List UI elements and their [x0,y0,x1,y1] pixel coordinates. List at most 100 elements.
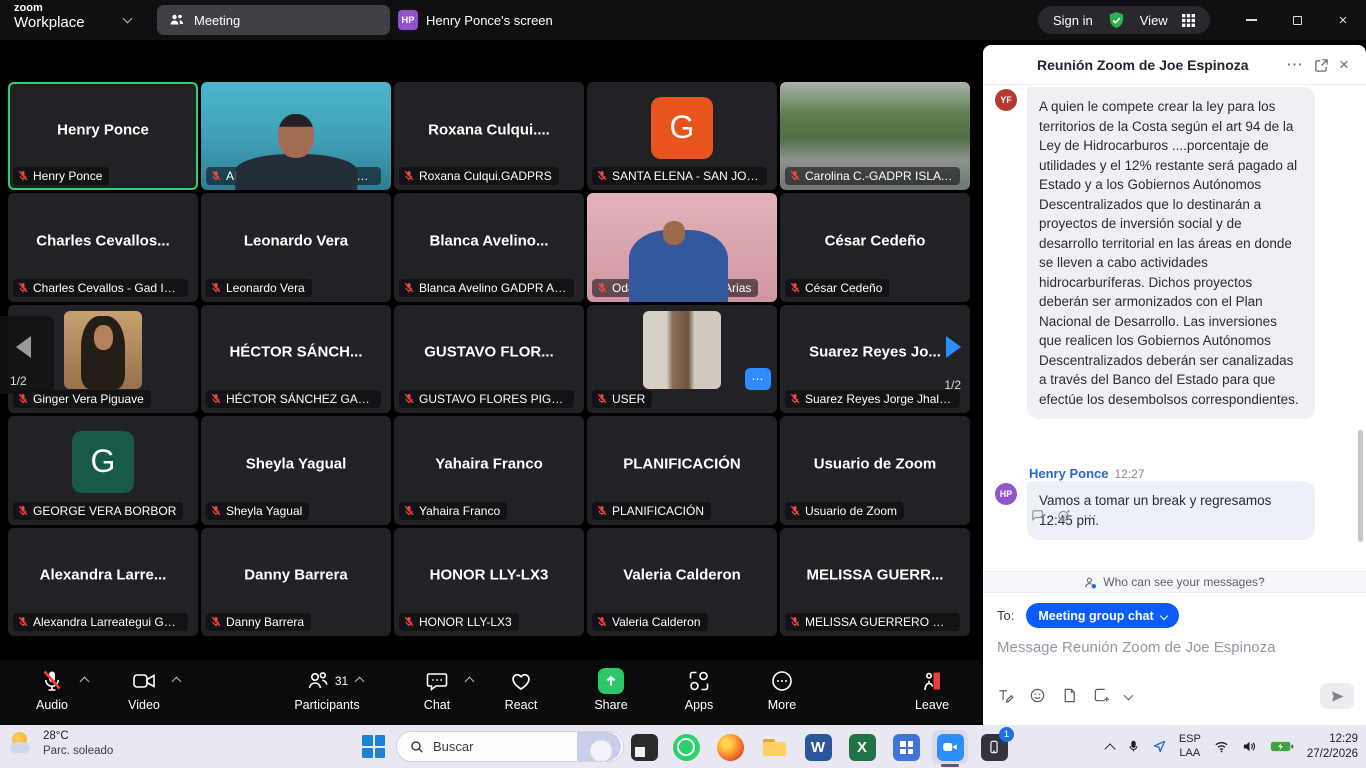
battery-icon[interactable] [1270,740,1294,753]
participant-tile[interactable]: Usuario de ZoomUsuario de Zoom [780,416,970,524]
toolbar-audio-button[interactable]: Audio [9,667,95,712]
participant-tile[interactable]: GUSTAVO FLOR...GUSTAVO FLORES PIGUAVE [394,305,584,413]
participant-tile[interactable]: USER [587,305,777,413]
chat-scrollbar[interactable] [1358,430,1363,542]
search-box[interactable]: Buscar [396,731,624,762]
participant-label: HONOR LLY-LX3 [399,613,519,631]
taskbar-app-file-explorer[interactable] [756,730,792,764]
volume-icon[interactable] [1242,739,1257,754]
taskbar-app-contrast-app[interactable] [626,730,662,764]
participant-name: HONOR LLY-LX3 [394,567,584,584]
restore-button[interactable] [1274,0,1320,40]
taskbar-app-firefox[interactable] [712,730,748,764]
participant-tile[interactable]: Roxana Culqui....Roxana Culqui.GADPRS [394,82,584,190]
tray-date: 27/2/2026 [1307,748,1358,760]
participant-label: Valeria Calderon [592,613,708,631]
participant-label: ANTONIA DE LA CRUZ-GA... [206,167,381,185]
participant-tile[interactable]: Leonardo VeraLeonardo Vera [201,193,391,301]
toolbar-more-label: More [768,698,796,712]
toolbar-video-button[interactable]: Video [101,667,187,712]
toolbar-participants-button[interactable]: 31Participants [284,667,370,712]
attach-file-icon[interactable] [1061,687,1078,704]
muted-mic-icon [596,170,608,182]
participant-tile[interactable]: Odalis Nicole Alcivar Arias [587,193,777,301]
taskbar-app-phone-link[interactable]: 1 [976,730,1012,764]
message-time: 12:27 [1114,467,1144,481]
toolbar-apps-button[interactable]: Apps [656,667,742,712]
leave-icon [920,667,944,694]
taskbar-app-excel[interactable]: X [844,730,880,764]
tile-more-button[interactable]: ⋯ [745,368,771,390]
participant-tile[interactable]: Carolina C.-GADPR ISLA SA... [780,82,970,190]
participant-label: SANTA ELENA - SAN JOSÉ ... [592,167,767,185]
taskbar-app-word[interactable]: W [800,730,836,764]
tab-meeting[interactable]: Meeting [157,5,390,35]
send-button[interactable] [1320,683,1354,709]
toolbar-react-button[interactable]: React [478,667,564,712]
chevron-down-icon[interactable] [1124,691,1134,701]
participant-tile[interactable]: GGEORGE VERA BORBOR [8,416,198,524]
taskbar-app-zoom[interactable] [932,730,968,764]
tray-chevron-up-icon[interactable] [1104,743,1115,754]
toolbar-share-button[interactable]: Share [568,667,654,712]
recipient-label: Meeting group chat [1038,609,1153,623]
clock[interactable]: 12:29 27/2/2026 [1307,732,1358,762]
format-text-icon[interactable] [997,687,1014,704]
toolbar-chat-button[interactable]: Chat [394,667,480,712]
emoji-icon[interactable] [1029,687,1046,704]
participant-tile[interactable]: HÉCTOR SÁNCH...HÉCTOR SÁNCHEZ GAD AT... [201,305,391,413]
start-button[interactable] [362,735,385,758]
participant-tile[interactable]: Henry PonceHenry Ponce [8,82,198,190]
participant-tile[interactable]: Blanca Avelino...Blanca Avelino GADPR AN… [394,193,584,301]
chat-popout-icon[interactable] [1314,45,1329,85]
minimize-button[interactable] [1228,0,1274,40]
weather-widget[interactable]: 28°C Parc. soleado [10,729,113,759]
participant-tile[interactable]: HONOR LLY-LX3 HONOR LLY-LX3 [394,528,584,636]
tray-mic-icon[interactable] [1127,740,1140,753]
zoom-meeting-window: zoom Workplace Meeting HP Henry Ponce's … [0,0,1366,768]
participant-tile[interactable]: Danny BarreraDanny Barrera [201,528,391,636]
taskbar-app-blue-app[interactable] [888,730,924,764]
chat-icon [425,667,449,694]
chat-close-button[interactable]: × [1339,45,1349,85]
message-input[interactable]: Message Reunión Zoom de Joe Espinoza [997,639,1276,656]
participant-tile[interactable]: ANTONIA DE LA CRUZ-GA... [201,82,391,190]
recipient-selector[interactable]: Meeting group chat [1026,603,1178,628]
location-arrow-icon[interactable] [1153,740,1166,753]
chevron-down-icon[interactable] [123,14,133,24]
participant-tile[interactable]: Charles Cevallos...Charles Cevallos - Ga… [8,193,198,301]
next-page-button[interactable]: 1/2 [925,322,975,394]
toolbar-leave-button[interactable]: Leave [889,667,975,712]
privacy-note[interactable]: Who can see your messages? [983,571,1366,593]
participant-label-text: Yahaira Franco [419,504,500,518]
reply-icon[interactable] [1031,508,1046,523]
more-icon[interactable]: ⋯ [1083,507,1097,524]
participant-tile[interactable]: Valeria CalderonValeria Calderon [587,528,777,636]
participant-label-text: Henry Ponce [33,169,102,183]
participant-tile[interactable]: Sheyla YagualSheyla Yagual [201,416,391,524]
chat-more-button[interactable]: ⋯ [1286,45,1303,85]
participant-tile[interactable]: MELISSA GUERR...MELISSA GUERRERO GADP... [780,528,970,636]
previous-page-button[interactable]: 1/2 [0,316,54,394]
wifi-icon[interactable] [1214,739,1229,754]
sign-in-button[interactable]: Sign in [1053,13,1093,28]
participant-tile[interactable]: GSANTA ELENA - SAN JOSÉ ... [587,82,777,190]
participant-tile[interactable]: César CedeñoCésar Cedeño [780,193,970,301]
view-button[interactable]: View [1140,13,1168,28]
participant-tile[interactable]: Yahaira FrancoYahaira Franco [394,416,584,524]
tab-screen-share[interactable]: HP Henry Ponce's screen [398,5,553,35]
language-indicator[interactable]: ESP LAA [1179,733,1201,761]
chevron-down-icon [1159,611,1167,619]
zoom-workplace-logo: zoom Workplace [14,3,85,30]
participant-label-text: Charles Cevallos - Gad Isla... [33,281,181,295]
participant-tile[interactable]: PLANIFICACIÓNPLANIFICACIÓN [587,416,777,524]
participant-name: Leonardo Vera [201,233,391,250]
participant-tile[interactable]: Alexandra Larre...Alexandra Larreategui … [8,528,198,636]
view-grid-icon[interactable] [1182,14,1195,27]
taskbar-app-whatsapp[interactable] [668,730,704,764]
screenshot-icon[interactable] [1093,687,1110,704]
close-button[interactable]: × [1320,0,1366,40]
add-reaction-icon[interactable] [1057,508,1072,523]
shield-check-icon[interactable] [1107,11,1126,30]
toolbar-more-button[interactable]: More [739,667,825,712]
